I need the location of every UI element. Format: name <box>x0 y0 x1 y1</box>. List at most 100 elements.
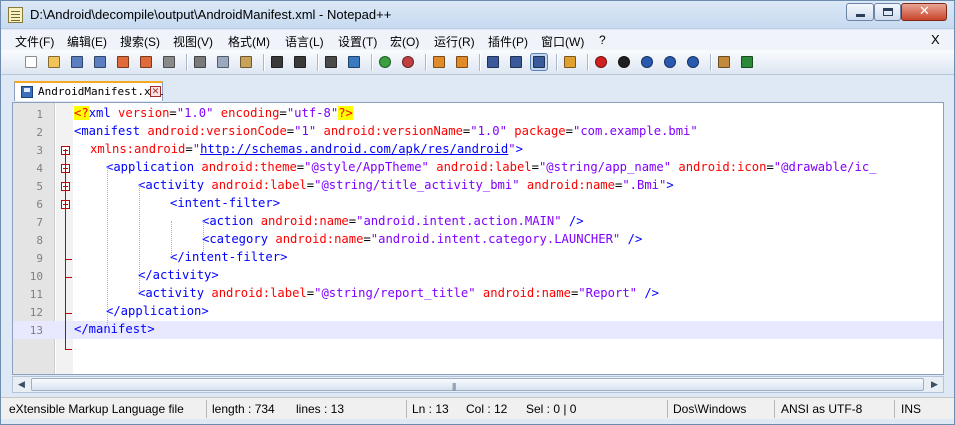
menu-edit[interactable]: 编辑(E) <box>67 33 107 50</box>
undo-icon-glyph <box>271 56 283 68</box>
replace-icon[interactable] <box>346 54 362 70</box>
code-line: 12 </application> <box>13 303 943 321</box>
copy-icon[interactable] <box>215 54 231 70</box>
cut-icon[interactable] <box>192 54 208 70</box>
minimize-button[interactable] <box>846 3 874 21</box>
fold-connector <box>65 337 66 349</box>
toolbar-separator <box>425 54 426 71</box>
toolbar-separator <box>263 54 264 71</box>
menu-search[interactable]: 搜索(S) <box>120 33 160 50</box>
code-text: <category android:name="android.intent.c… <box>202 232 643 246</box>
undo-icon[interactable] <box>269 54 285 70</box>
menu-plugins[interactable]: 插件(P) <box>488 33 528 50</box>
status-length: length : 734 <box>212 402 275 416</box>
indent-guide-icon[interactable] <box>530 53 548 71</box>
save-all-icon[interactable] <box>92 54 108 70</box>
indent-guide <box>203 221 204 259</box>
menu-help[interactable]: ? <box>599 33 606 47</box>
word-wrap-icon[interactable] <box>485 54 501 70</box>
close-all-icon-glyph <box>140 56 152 68</box>
show-all-chars-icon[interactable] <box>508 54 524 70</box>
minimize-icon <box>856 14 865 17</box>
code-text: </activity> <box>138 268 219 282</box>
play-macro-icon[interactable] <box>639 54 655 70</box>
status-divider <box>774 400 775 418</box>
record-macro-icon[interactable] <box>593 54 609 70</box>
line-number: 7 <box>36 216 43 229</box>
menu-language[interactable]: 语言(L) <box>285 33 324 50</box>
title-bar[interactable]: D:\Android\decompile\output\AndroidManif… <box>1 1 954 29</box>
code-line: 9 </intent-filter> <box>13 249 943 267</box>
scroll-left-icon[interactable]: ◀ <box>13 377 30 392</box>
open-file-icon[interactable] <box>46 54 62 70</box>
play-multiple-macro-icon[interactable] <box>662 54 678 70</box>
paste-icon[interactable] <box>238 54 254 70</box>
line-number: 6 <box>36 198 43 211</box>
tab-androidmanifest[interactable]: AndroidManifest.xml ✕ <box>14 81 164 101</box>
line-number: 3 <box>36 144 43 157</box>
fold-end-marker <box>65 259 72 260</box>
code-line: 2 <manifest android:versionCode="1" andr… <box>13 123 943 141</box>
menu-view[interactable]: 视图(V) <box>173 33 213 50</box>
status-insert-mode[interactable]: INS <box>901 402 921 416</box>
print-icon-glyph <box>163 56 175 68</box>
zoom-in-icon[interactable] <box>377 54 393 70</box>
line-number: 2 <box>36 126 43 139</box>
stop-macro-icon[interactable] <box>616 54 632 70</box>
window-title: D:\Android\decompile\output\AndroidManif… <box>30 7 392 22</box>
redo-icon[interactable] <box>292 54 308 70</box>
line-number: 13 <box>29 324 43 337</box>
menu-file[interactable]: 文件(F) <box>15 33 54 50</box>
close-document-button[interactable]: X <box>931 32 940 47</box>
horizontal-scrollbar[interactable]: ◀ ||| ▶ <box>12 376 944 393</box>
close-all-icon[interactable] <box>138 54 154 70</box>
open-file-icon-glyph <box>48 56 60 68</box>
toolbar-separator <box>317 54 318 71</box>
find-icon-glyph <box>325 56 337 68</box>
code-editor[interactable]: 1 <?xml version="1.0" encoding="utf-8"?>… <box>12 102 944 375</box>
sync-vertical-icon-glyph <box>433 56 445 68</box>
language-icon[interactable] <box>562 54 578 70</box>
scroll-right-icon[interactable]: ▶ <box>926 377 943 392</box>
print-icon[interactable] <box>161 54 177 70</box>
menu-format[interactable]: 格式(M) <box>228 33 270 50</box>
save-macro-icon[interactable] <box>685 54 701 70</box>
sync-horizontal-icon[interactable] <box>454 54 470 70</box>
tab-bar: AndroidManifest.xml ✕ <box>1 77 954 101</box>
save-icon[interactable] <box>69 54 85 70</box>
language-icon-glyph <box>564 56 576 68</box>
new-file-icon[interactable] <box>23 54 39 70</box>
toolbar-separator <box>479 54 480 71</box>
zoom-out-icon[interactable] <box>400 54 416 70</box>
line-number: 10 <box>29 270 43 283</box>
close-window-button[interactable]: ✕ <box>901 3 947 21</box>
code-line: 5 <activity android:label="@string/title… <box>13 177 943 195</box>
tab-close-icon[interactable]: ✕ <box>150 86 161 97</box>
fold-connector <box>65 167 66 187</box>
menu-run[interactable]: 运行(R) <box>434 33 475 50</box>
play-macro-icon-glyph <box>641 56 653 68</box>
trim-icon[interactable] <box>716 54 732 70</box>
code-text: <?xml version="1.0" encoding="utf-8"?> <box>74 106 353 120</box>
scrollbar-thumb[interactable]: ||| <box>31 378 924 391</box>
toolbar-separator <box>710 54 711 71</box>
sync-vertical-icon[interactable] <box>431 54 447 70</box>
sync-horizontal-icon-glyph <box>456 56 468 68</box>
maximize-button[interactable] <box>874 3 901 21</box>
find-icon[interactable] <box>323 54 339 70</box>
close-icon: ✕ <box>919 4 930 19</box>
code-text: xmlns:android="http://schemas.android.co… <box>90 142 523 156</box>
code-text: <activity android:label="@string/title_a… <box>138 178 674 192</box>
status-divider <box>667 400 668 418</box>
code-line: 3 xmlns:android="http://schemas.android.… <box>13 141 943 159</box>
menu-window[interactable]: 窗口(W) <box>541 33 584 50</box>
schema-link[interactable]: http://schemas.android.com/apk/res/andro… <box>200 142 508 156</box>
fold-connector <box>65 149 66 169</box>
menu-macro[interactable]: 宏(O) <box>390 33 419 50</box>
indent-guide <box>107 167 108 327</box>
close-file-icon[interactable] <box>115 54 131 70</box>
menu-settings[interactable]: 设置(T) <box>338 33 377 50</box>
stop-macro-icon-glyph <box>618 56 630 68</box>
saved-file-icon <box>21 86 33 98</box>
spellcheck-icon[interactable] <box>739 54 755 70</box>
